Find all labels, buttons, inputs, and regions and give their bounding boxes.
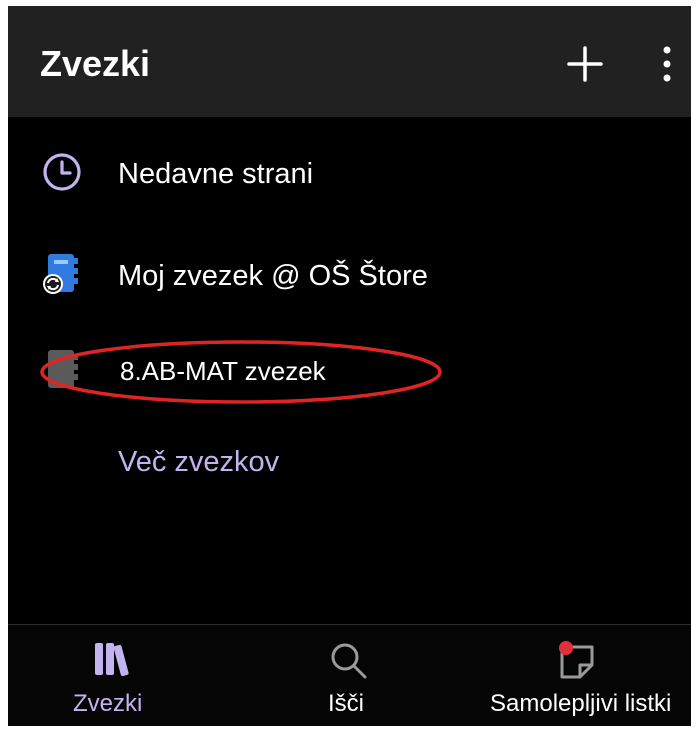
tab-search[interactable]: Išči	[298, 625, 408, 726]
notebook-sync-icon	[38, 250, 86, 298]
notebooks-icon	[91, 639, 135, 683]
more-notebooks-link[interactable]: Več zvezkov	[118, 444, 279, 480]
bottom-navigation: Zvezki Išči Samolepljivi listki	[8, 625, 691, 726]
tab-sticky-notes[interactable]: Samolepljivi listki	[478, 625, 688, 726]
item-label: Nedavne strani	[118, 158, 314, 190]
tab-notebooks[interactable]: Zvezki	[48, 625, 178, 726]
add-notebook-button[interactable]	[560, 44, 610, 84]
highlight-ellipse-annotation	[40, 340, 442, 404]
tab-label: Samolepljivi listki	[490, 690, 672, 717]
list-item-math-notebook[interactable]: 8.AB-MAT zvezek	[8, 330, 691, 410]
list-item-my-notebook[interactable]: Moj zvezek @ OŠ Štore	[8, 236, 691, 316]
app-bar: Zvezki	[8, 6, 691, 117]
clock-icon	[38, 150, 86, 198]
more-vertical-icon	[663, 46, 671, 82]
search-icon	[326, 639, 370, 683]
notification-dot	[559, 641, 573, 655]
item-label: Moj zvezek @ OŠ Štore	[118, 260, 428, 292]
tab-label: Išči	[328, 690, 364, 717]
page-title: Zvezki	[40, 43, 151, 84]
app-screen: Zvezki Nedavne strani Moj zvezek @ OŠ Št…	[8, 6, 691, 726]
list-item-recent-pages[interactable]: Nedavne strani	[8, 134, 691, 214]
tab-label: Zvezki	[73, 690, 143, 717]
more-options-button[interactable]	[652, 42, 682, 88]
plus-icon	[567, 46, 603, 82]
sticky-note-icon	[556, 639, 600, 683]
